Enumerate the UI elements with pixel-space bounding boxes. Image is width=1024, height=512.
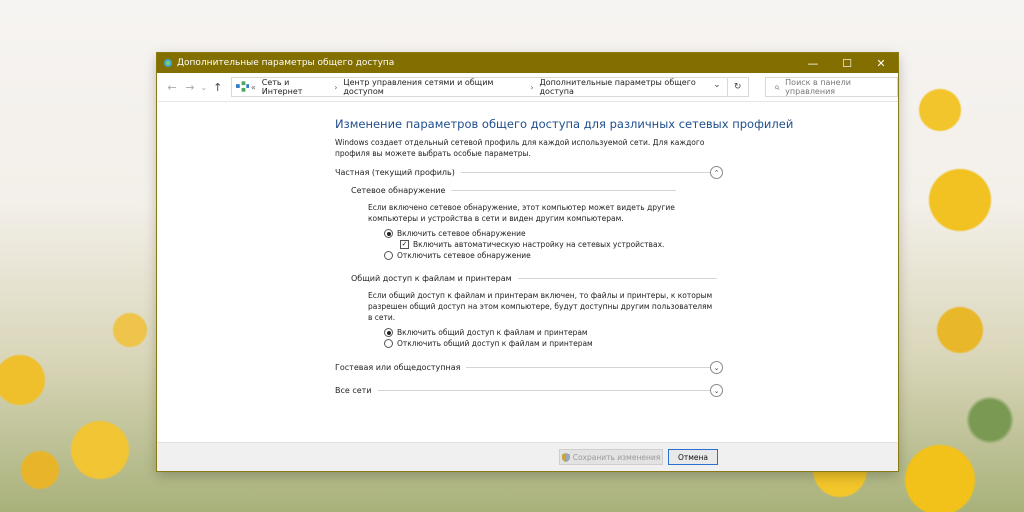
minimize-button[interactable]: — [796,53,830,73]
search-box[interactable]: ⌕ Поиск в панели управления [764,77,898,97]
recent-locations-icon[interactable]: ⌄ [199,83,209,92]
discovery-on-label: Включить сетевое обнаружение [397,229,526,238]
auto-setup-label: Включить автоматическую настройку на сет… [413,240,665,249]
discovery-title: Сетевое обнаружение [351,185,452,195]
profile-guest-label: Гостевая или общедоступная [335,362,467,372]
breadcrumb-separator-icon[interactable]: › [334,83,337,92]
profile-private-header[interactable]: Частная (текущий профиль) ⌃ [335,163,723,181]
cancel-button[interactable]: Отмена [668,449,718,465]
sharing-options: Включить общий доступ к файлам и принтер… [384,327,735,349]
discovery-on-radio[interactable] [384,229,393,238]
button-bar: Сохранить изменения Отмена [157,442,898,471]
discovery-off-radio[interactable] [384,251,393,260]
page-title: Изменение параметров общего доступа для … [335,117,794,131]
expand-chevron-icon[interactable]: ⌄ [710,361,723,374]
close-button[interactable]: ✕ [864,53,898,73]
discovery-off-option[interactable]: Отключить сетевое обнаружение [384,250,735,261]
expand-chevron-icon[interactable]: ⌄ [710,384,723,397]
save-changes-button[interactable]: Сохранить изменения [559,449,663,465]
auto-setup-option[interactable]: ✓ Включить автоматическую настройку на с… [400,239,735,250]
profile-all-header[interactable]: Все сети ⌄ [335,381,723,399]
overflow-chevron-icon[interactable]: « [251,83,256,92]
maximize-button[interactable]: ☐ [830,53,864,73]
discovery-header: Сетевое обнаружение [351,181,676,199]
breadcrumb-advanced-sharing[interactable]: Дополнительные параметры общего доступа [540,78,721,96]
save-changes-label: Сохранить изменения [572,452,661,462]
address-bar[interactable]: « Сеть и Интернет › Центр управления сет… [230,77,728,97]
title-bar[interactable]: Дополнительные параметры общего доступа … [157,53,898,73]
intro-text: Windows создает отдельный сетевой профил… [335,138,705,158]
network-icon [164,59,172,67]
discovery-on-option[interactable]: Включить сетевое обнаружение [384,228,735,239]
sharing-header: Общий доступ к файлам и принтерам [351,269,717,287]
sharing-off-label: Отключить общий доступ к файлам и принте… [397,339,593,348]
discovery-description: Если включено сетевое обнаружение, этот … [368,203,675,223]
profile-all-label: Все сети [335,385,378,395]
sharing-on-option[interactable]: Включить общий доступ к файлам и принтер… [384,327,735,338]
breadcrumb-network[interactable]: Сеть и Интернет [262,78,328,96]
discovery-off-label: Отключить сетевое обнаружение [397,251,531,260]
breadcrumb-separator-icon[interactable]: › [530,83,533,92]
address-toolbar: ← → ⌄ ↑ « Сеть и Интернет › Центр управл… [157,73,898,102]
up-button[interactable]: ↑ [209,81,227,94]
breadcrumb-network-center[interactable]: Центр управления сетями и общим доступом [343,78,524,96]
profile-private-label: Частная (текущий профиль) [335,167,461,177]
sharing-off-radio[interactable] [384,339,393,348]
collapse-chevron-icon[interactable]: ⌃ [710,166,723,179]
refresh-button[interactable]: ↻ [727,77,749,97]
auto-setup-checkbox[interactable]: ✓ [400,240,409,249]
sharing-title: Общий доступ к файлам и принтерам [351,273,518,283]
sharing-on-label: Включить общий доступ к файлам и принтер… [397,328,588,337]
sharing-off-option[interactable]: Отключить общий доступ к файлам и принте… [384,338,735,349]
control-panel-window: Дополнительные параметры общего доступа … [157,53,898,471]
shield-icon [561,452,570,462]
address-dropdown-icon[interactable]: ⌄ [713,80,721,90]
window-title: Дополнительные параметры общего доступа [177,58,395,68]
sharing-on-radio[interactable] [384,328,393,337]
divider [335,390,711,391]
forward-button[interactable]: → [181,81,199,94]
network-center-icon [235,81,249,92]
discovery-options: Включить сетевое обнаружение ✓ Включить … [384,228,735,261]
search-icon: ⌕ [773,81,780,93]
main-content: Изменение параметров общего доступа для … [335,117,794,399]
profile-guest-header[interactable]: Гостевая или общедоступная ⌄ [335,358,723,376]
search-placeholder: Поиск в панели управления [785,78,851,96]
back-button[interactable]: ← [163,81,181,94]
sharing-description: Если общий доступ к файлам и принтерам в… [368,291,713,322]
